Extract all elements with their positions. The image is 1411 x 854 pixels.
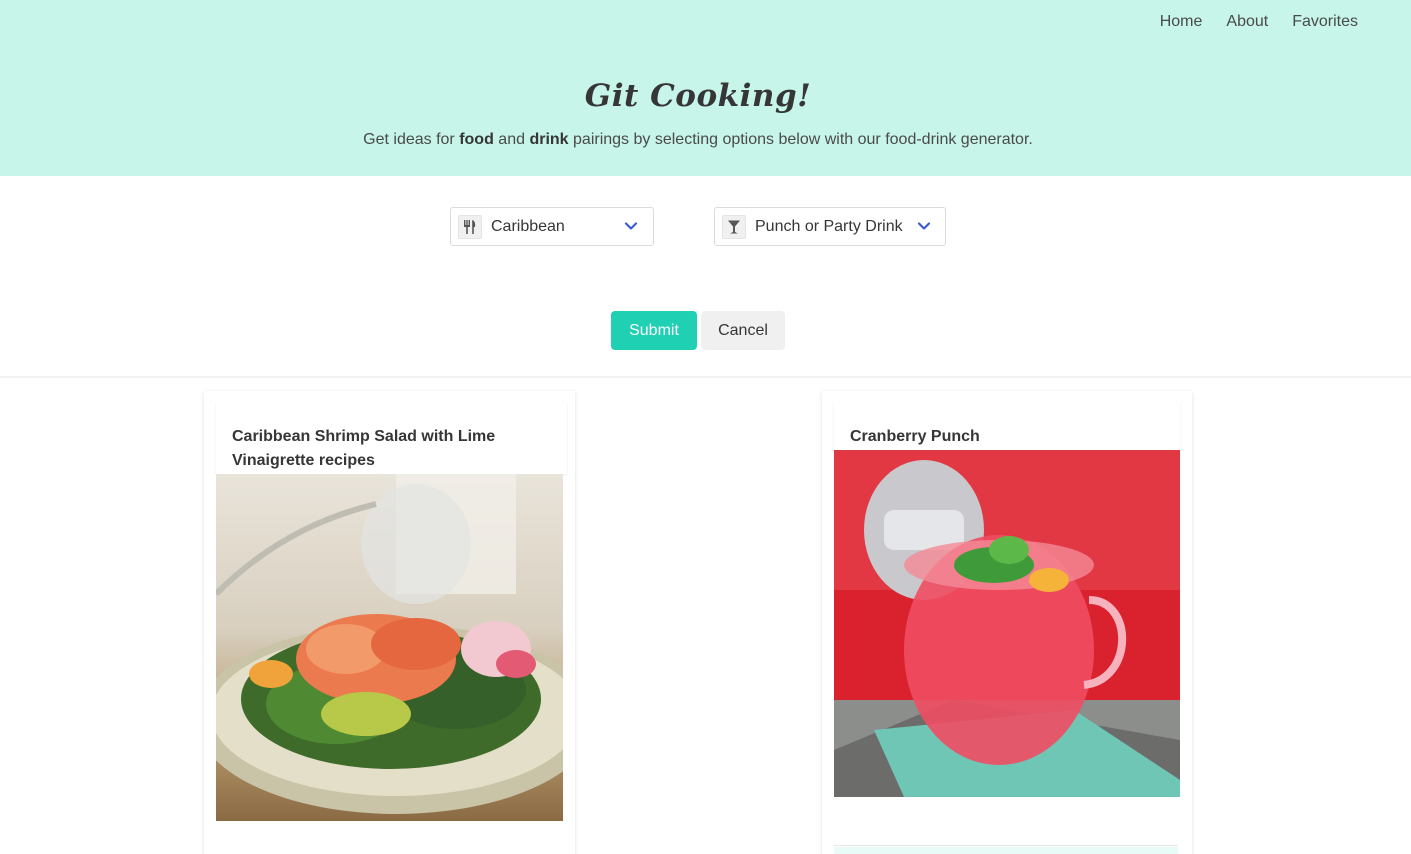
food-card-title: Caribbean Shrimp Salad with Lime Vinaigr… <box>232 428 496 469</box>
nav-favorites-link[interactable]: Favorites <box>1280 12 1370 32</box>
shrimp-salad-image <box>216 474 563 821</box>
drink-card-header: Cranberry Punch <box>834 402 1180 450</box>
food-result-card[interactable]: Caribbean Shrimp Salad with Lime Vinaigr… <box>204 391 575 854</box>
subtitle-prefix: Get ideas for <box>363 131 460 148</box>
subtitle-and: and <box>493 131 530 148</box>
drink-card-title: Cranberry Punch <box>850 428 980 445</box>
drink-result-card[interactable]: Cranberry Punch <box>822 391 1192 854</box>
subtitle-food: food <box>459 131 494 148</box>
nav-home-link[interactable]: Home <box>1148 12 1215 32</box>
section-divider <box>0 376 1411 378</box>
drink-card-footer <box>834 847 1178 854</box>
page-subtitle: Get ideas for food and drink pairings by… <box>0 130 1396 150</box>
drink-type-select[interactable]: Punch or Party Drink <box>714 207 946 246</box>
chevron-down-icon <box>917 222 931 230</box>
food-cuisine-select[interactable]: Caribbean <box>450 207 654 246</box>
chevron-down-icon <box>624 222 638 230</box>
hero-header: Home About Favorites Git Cooking! Get id… <box>0 0 1411 176</box>
subtitle-suffix: pairings by selecting options below with… <box>568 131 1033 148</box>
food-select-value: Caribbean <box>491 218 565 235</box>
food-card-header: Caribbean Shrimp Salad with Lime Vinaigr… <box>216 402 567 474</box>
cancel-button[interactable]: Cancel <box>701 311 785 350</box>
top-nav: Home About Favorites <box>1148 12 1370 32</box>
drink-card-footer-divider <box>834 845 1178 846</box>
submit-button[interactable]: Submit <box>611 311 697 350</box>
utensils-icon <box>458 215 482 239</box>
cocktail-glass-icon <box>722 215 746 239</box>
page-title: Git Cooking! <box>584 78 812 114</box>
subtitle-drink: drink <box>529 131 569 148</box>
cranberry-punch-image <box>834 450 1180 797</box>
drink-select-value: Punch or Party Drink <box>755 218 903 235</box>
nav-about-link[interactable]: About <box>1214 12 1280 32</box>
